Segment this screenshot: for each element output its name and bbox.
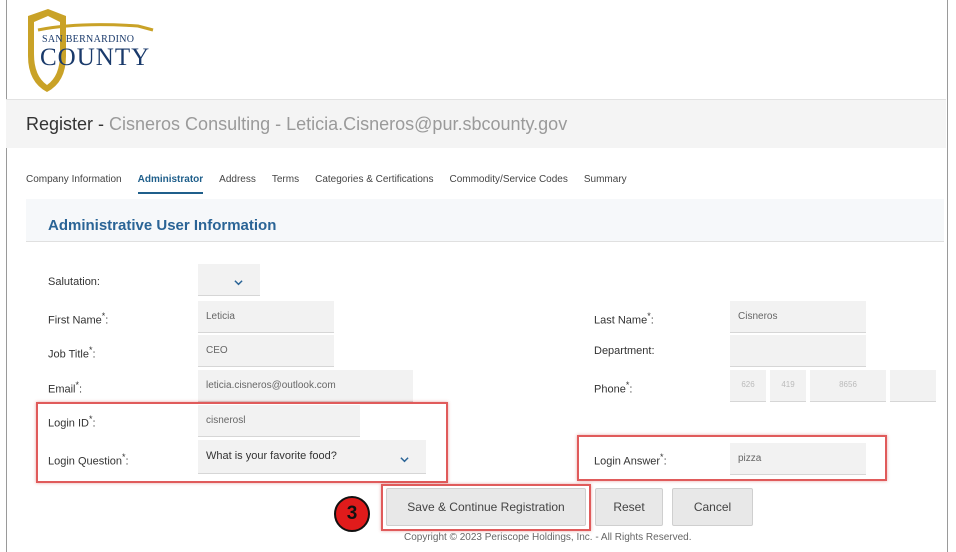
tab-administrator[interactable]: Administrator: [137, 174, 204, 194]
logo-line2: COUNTY: [40, 44, 151, 71]
page-title-detail: Cisneros Consulting - Leticia.Cisneros@p…: [109, 114, 568, 134]
email-label: Email*:: [48, 380, 83, 396]
login-answer-highlight: [577, 435, 887, 481]
department-field[interactable]: [730, 335, 866, 367]
job-title-field[interactable]: CEO: [198, 335, 334, 367]
cancel-button[interactable]: Cancel: [672, 488, 753, 526]
copyright-text: Copyright © 2023 Periscope Holdings, Inc…: [404, 532, 692, 543]
first-name-field[interactable]: Leticia: [198, 301, 334, 333]
tab-categories-certifications[interactable]: Categories & Certifications: [315, 174, 433, 194]
phone-label: Phone*:: [594, 380, 633, 396]
chevron-down-icon: [234, 280, 243, 286]
last-name-label: Last Name*:: [594, 311, 654, 327]
phone-line-field[interactable]: 8656: [810, 370, 886, 402]
department-label: Department:: [594, 345, 655, 357]
email-field[interactable]: leticia.cisneros@outlook.com: [198, 370, 413, 402]
last-name-field[interactable]: Cisneros: [730, 301, 866, 333]
page-title: Register - Cisneros Consulting - Leticia…: [26, 114, 567, 135]
salutation-select[interactable]: [198, 264, 260, 296]
tab-terms[interactable]: Terms: [272, 174, 299, 194]
login-fields-highlight: [36, 402, 448, 483]
phone-prefix-field[interactable]: 419: [770, 370, 806, 402]
tab-company-information[interactable]: Company Information: [26, 174, 122, 194]
first-name-label: First Name*:: [48, 311, 109, 327]
phone-extension-field[interactable]: [890, 370, 936, 402]
county-logo: SAN BERNARDINO COUNTY: [18, 6, 168, 94]
phone-area-code-field[interactable]: 626: [730, 370, 766, 402]
save-continue-button[interactable]: Save & Continue Registration: [386, 488, 586, 526]
tab-address[interactable]: Address: [219, 174, 256, 194]
section-title: Administrative User Information: [48, 217, 277, 234]
reset-button[interactable]: Reset: [595, 488, 663, 526]
job-title-label: Job Title*:: [48, 345, 96, 361]
salutation-label: Salutation:: [48, 276, 100, 288]
step-number-badge: 3: [334, 496, 370, 532]
tab-commodity-service-codes[interactable]: Commodity/Service Codes: [449, 174, 567, 194]
page-title-prefix: Register -: [26, 114, 110, 134]
registration-tabs: Company Information Administrator Addres…: [26, 174, 643, 194]
tab-summary[interactable]: Summary: [584, 174, 627, 194]
